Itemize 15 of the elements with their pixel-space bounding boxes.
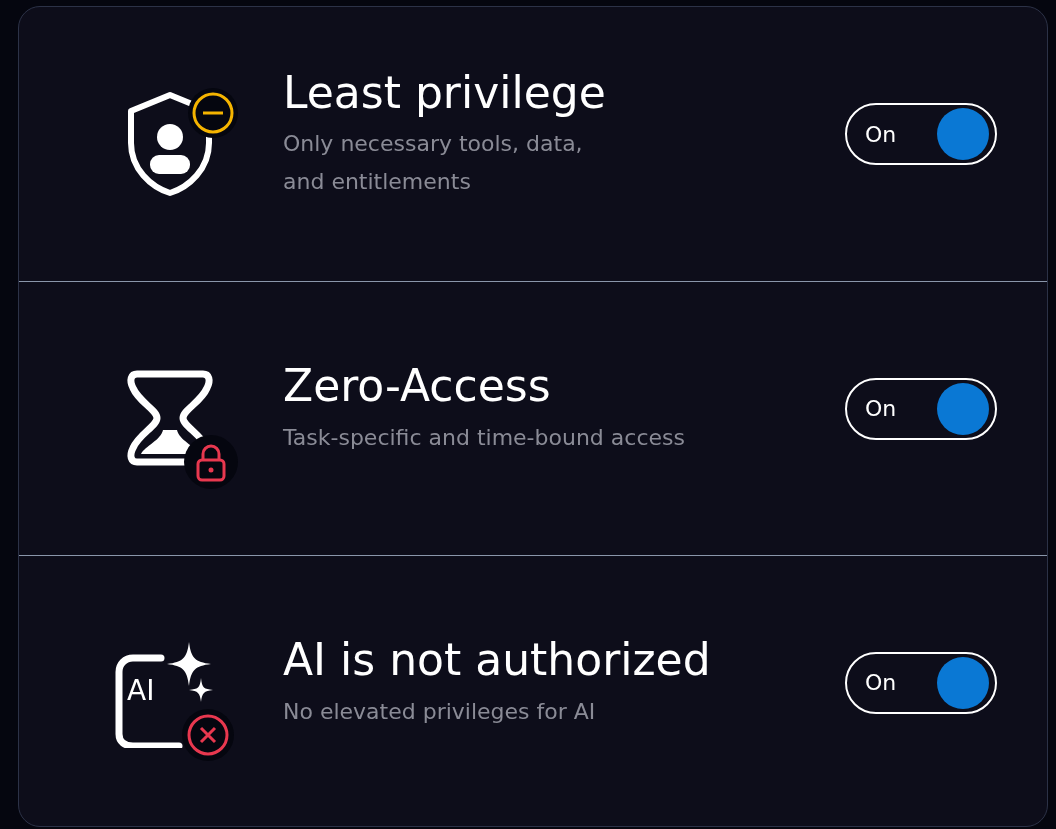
setting-title: AI is not authorized	[283, 634, 712, 687]
error-x-icon	[181, 707, 235, 762]
toggle-switch[interactable]: On	[845, 651, 997, 714]
setting-description: Only necessary tools, data, and entitlements	[283, 130, 584, 197]
setting-description: No elevated privileges for AI	[283, 697, 597, 726]
padlock-icon	[183, 433, 239, 490]
minus-circle-icon	[187, 87, 239, 139]
ai-label: AI	[127, 673, 155, 707]
setting-description: Task-specific and time-bound access	[283, 423, 686, 452]
shield-person-icon	[125, 91, 215, 197]
setting-title: Least privilege	[283, 66, 607, 120]
toggle-switch[interactable]: On	[845, 103, 997, 165]
setting-title: Zero-Access	[283, 360, 552, 413]
toggle-switch[interactable]: On	[845, 377, 997, 440]
hourglass-icon	[125, 369, 215, 466]
